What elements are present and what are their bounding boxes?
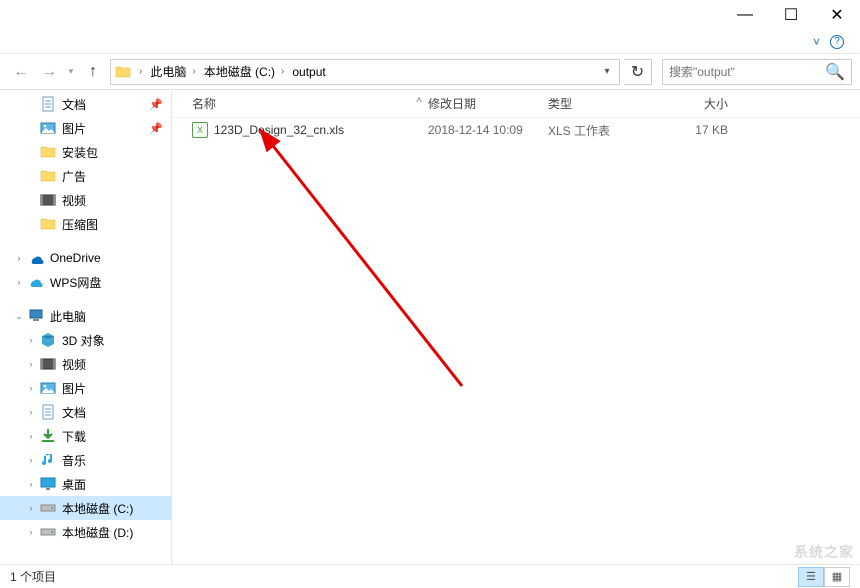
music-icon (40, 452, 56, 468)
sidebar-item-label: 桌面 (62, 476, 86, 493)
desktop-icon (40, 476, 56, 492)
breadcrumb-item[interactable]: 本地磁盘 (C:)› (200, 63, 289, 80)
sidebar-item[interactable]: 广告 (0, 164, 171, 188)
sidebar-item[interactable]: 视频 (0, 188, 171, 212)
pic-icon (40, 380, 56, 396)
sidebar-item[interactable]: 图片 📌 (0, 116, 171, 140)
address-row: ← → ▾ ↑ › 此电脑› 本地磁盘 (C:)› output ▾ ↻ 🔍 (0, 54, 860, 90)
sidebar-item[interactable]: ›本地磁盘 (D:) (0, 520, 171, 544)
sidebar-item[interactable]: ›视频 (0, 352, 171, 376)
sidebar-item-label: 本地磁盘 (C:) (62, 500, 133, 517)
sidebar-item[interactable]: 压缩图 (0, 212, 171, 236)
column-headers[interactable]: 名称˄ 修改日期 类型 大小 (172, 90, 860, 118)
file-type: XLS 工作表 (548, 122, 658, 139)
video-icon (40, 192, 56, 208)
folder-icon (113, 62, 133, 82)
sidebar-item-label: 3D 对象 (62, 332, 105, 349)
sidebar-item-label: 文档 (62, 96, 86, 113)
nav-forward-button[interactable]: → (36, 59, 62, 85)
file-size: 17 KB (658, 123, 738, 137)
drive-icon (40, 500, 56, 516)
file-list[interactable]: X 123D_Design_32_cn.xls 2018-12-14 10:09XL… (172, 118, 860, 564)
sidebar-item-label: 本地磁盘 (D:) (62, 524, 133, 541)
sidebar-item-label: 文档 (62, 404, 86, 421)
sidebar-item-label: 视频 (62, 356, 86, 373)
folder-icon (40, 216, 56, 232)
sidebar-item[interactable]: ›文档 (0, 400, 171, 424)
item-count-label: 1 个项目 (10, 568, 56, 585)
help-icon[interactable]: ? (830, 35, 844, 49)
maximize-button[interactable]: ☐ (768, 0, 814, 30)
file-row[interactable]: X 123D_Design_32_cn.xls 2018-12-14 10:09XL… (172, 118, 860, 142)
wps-icon (28, 274, 44, 290)
col-header-type[interactable]: 类型 (548, 95, 658, 112)
video-icon (40, 356, 56, 372)
sidebar-item-label: 下载 (62, 428, 86, 445)
sidebar-item[interactable]: 文档 📌 (0, 92, 171, 116)
sort-icon: ˄ (416, 95, 422, 106)
sidebar-item-label: 图片 (62, 380, 86, 397)
search-icon[interactable]: 🔍 (825, 62, 845, 82)
pin-icon: 📌 (149, 122, 163, 135)
sidebar-item[interactable]: ⌄此电脑 (0, 304, 171, 328)
pc-icon (28, 308, 44, 324)
pic-icon (40, 120, 56, 136)
status-bar: 1 个项目 ☰ ▦ (0, 564, 860, 588)
sidebar-item-label: 图片 (62, 120, 86, 137)
view-details-button[interactable]: ☰ (798, 567, 824, 587)
sidebar-item[interactable]: ›桌面 (0, 472, 171, 496)
sidebar-item-label: 此电脑 (50, 308, 86, 325)
sidebar-item[interactable]: ›WPS网盘 (0, 270, 171, 294)
onedrive-icon (28, 250, 44, 266)
view-icons-button[interactable]: ▦ (824, 567, 850, 587)
sidebar-item-label: 音乐 (62, 452, 86, 469)
window-titlebar: — ☐ ✕ (0, 0, 860, 30)
col-header-date[interactable]: 修改日期 (428, 95, 548, 112)
col-header-name[interactable]: 名称˄ (172, 95, 428, 112)
folder-icon (40, 168, 56, 184)
search-input[interactable] (669, 65, 825, 79)
sidebar-item-label: 视频 (62, 192, 86, 209)
col-header-size[interactable]: 大小 (658, 95, 738, 112)
breadcrumb-item[interactable]: 此电脑› (146, 63, 199, 80)
ribbon-expand-icon[interactable]: ˅ (813, 35, 820, 49)
download-icon (40, 428, 56, 444)
sidebar-item-label: 压缩图 (62, 216, 98, 233)
sidebar-item-label: WPS网盘 (50, 274, 101, 291)
file-date: 2018-12-14 10:09 (428, 123, 548, 137)
ribbon-bar: ˅ ? (0, 30, 860, 54)
address-bar[interactable]: › 此电脑› 本地磁盘 (C:)› output ▾ (110, 59, 620, 85)
minimize-button[interactable]: — (722, 0, 768, 30)
xls-file-icon: X (192, 122, 208, 138)
refresh-button[interactable]: ↻ (624, 59, 652, 85)
breadcrumb-item[interactable]: output (288, 65, 329, 79)
doc-icon (40, 96, 56, 112)
sidebar-item-label: 广告 (62, 168, 86, 185)
doc-icon (40, 404, 56, 420)
nav-sidebar[interactable]: 文档📌图片📌安装包广告视频压缩图›OneDrive›WPS网盘⌄此电脑›3D 对… (0, 90, 172, 564)
drive-icon (40, 524, 56, 540)
breadcrumb-sep[interactable]: › (135, 66, 146, 77)
sidebar-item[interactable]: ›本地磁盘 (C:) (0, 496, 171, 520)
nav-up-button[interactable]: ↑ (80, 59, 106, 85)
file-name: 123D_Design_32_cn.xls (214, 123, 344, 137)
search-box[interactable]: 🔍 (662, 59, 852, 85)
annotation-arrow (252, 126, 482, 406)
sidebar-item[interactable]: 安装包 (0, 140, 171, 164)
sidebar-item[interactable]: ›图片 (0, 376, 171, 400)
sidebar-item-label: 安装包 (62, 144, 98, 161)
folder-icon (40, 144, 56, 160)
sidebar-item[interactable]: ›OneDrive (0, 246, 171, 270)
sidebar-item[interactable]: ›下载 (0, 424, 171, 448)
nav-back-button[interactable]: ← (8, 59, 34, 85)
close-button[interactable]: ✕ (814, 0, 860, 30)
sidebar-item[interactable]: ›音乐 (0, 448, 171, 472)
content-pane: 名称˄ 修改日期 类型 大小 X 123D_Design_32_cn.xls 201… (172, 90, 860, 564)
address-dropdown-icon[interactable]: ▾ (597, 66, 617, 77)
sidebar-item-label: OneDrive (50, 251, 101, 265)
pin-icon: 📌 (149, 98, 163, 111)
3d-icon (40, 332, 56, 348)
nav-recent-button[interactable]: ▾ (64, 59, 78, 85)
sidebar-item[interactable]: ›3D 对象 (0, 328, 171, 352)
